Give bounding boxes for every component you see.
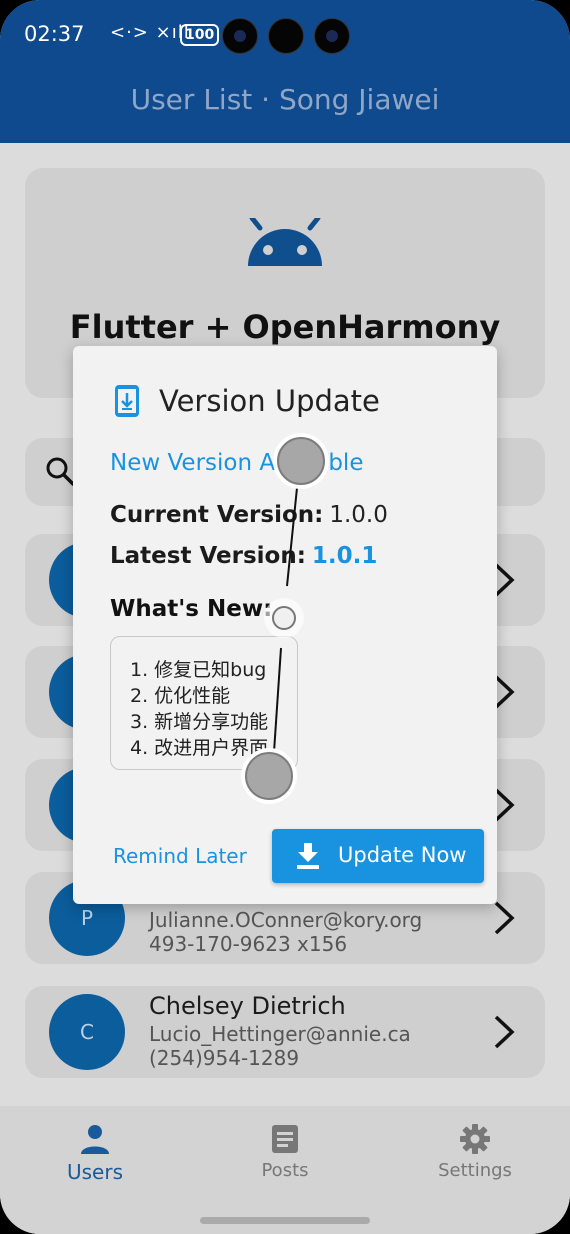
article-icon <box>272 1125 298 1153</box>
dialog-subtitle: New Version Available <box>110 450 364 476</box>
touch-indicator <box>277 437 325 485</box>
chevron-right-icon <box>494 1015 515 1049</box>
latest-version-label: Latest Version: <box>110 543 306 569</box>
release-note: 1. 修复已知bug <box>130 659 267 681</box>
user-email: Julianne.OConner@kory.org <box>149 908 423 932</box>
home-indicator[interactable] <box>200 1217 370 1224</box>
signal-icon: <·> ×ıll <box>110 22 190 43</box>
latest-version-value: 1.0.1 <box>311 543 378 569</box>
touch-indicator <box>245 752 293 800</box>
gear-icon <box>460 1124 490 1154</box>
dialog-title: Version Update <box>159 384 380 418</box>
release-notes-box[interactable]: 1. 修复已知bug 2. 优化性能 3. 新增分享功能 4. 改进用户界面 <box>110 636 298 770</box>
update-now-button[interactable]: Update Now <box>272 829 484 883</box>
current-version-label: Current Version: <box>110 502 324 528</box>
latest-version-row: Latest Version: 1.0.1 <box>110 543 377 569</box>
nav-item-settings[interactable]: Settings <box>415 1122 535 1181</box>
current-version-value: 1.0.0 <box>329 502 388 528</box>
nav-item-users[interactable]: Users <box>35 1122 155 1184</box>
camera-lens <box>222 18 258 54</box>
download-icon <box>297 843 319 869</box>
whats-new-label: What's New: <box>110 596 273 622</box>
nav-label: Posts <box>261 1160 309 1181</box>
chevron-right-icon <box>494 901 515 935</box>
person-icon <box>81 1125 109 1154</box>
battery-icon: 100 <box>180 24 220 46</box>
app-bar: 02:37 <·> ×ıll 100 User List · Song Jiaw… <box>0 0 570 143</box>
release-note: 4. 改进用户界面 <box>130 737 269 759</box>
nav-label: Users <box>66 1160 123 1184</box>
camera-lens <box>268 18 304 54</box>
user-name: Chelsey Dietrich <box>149 992 346 1020</box>
nav-label: Settings <box>438 1160 512 1181</box>
release-note: 3. 新增分享功能 <box>130 711 269 733</box>
list-item[interactable]: C Chelsey Dietrich Lucio_Hettinger@annie… <box>25 986 545 1078</box>
bottom-nav: Users Posts Settings <box>0 1106 570 1234</box>
camera-lens <box>314 18 350 54</box>
current-version-row: Current Version: 1.0.0 <box>110 502 388 528</box>
touch-indicator <box>272 606 296 630</box>
phone-screen: 02:37 <·> ×ıll 100 User List · Song Jiaw… <box>0 0 570 1234</box>
nav-item-posts[interactable]: Posts <box>225 1122 345 1181</box>
update-now-label: Update Now <box>338 843 467 867</box>
system-update-icon <box>115 385 139 417</box>
user-phone: (254)954-1289 <box>149 1046 300 1070</box>
release-note: 2. 优化性能 <box>130 685 231 707</box>
android-icon <box>248 218 322 266</box>
search-icon <box>46 457 75 486</box>
user-email: Lucio_Hettinger@annie.ca <box>149 1022 411 1046</box>
remind-later-button[interactable]: Remind Later <box>113 844 247 868</box>
user-phone: 493-170-9623 x156 <box>149 932 348 956</box>
page-title: User List · Song Jiawei <box>130 83 440 116</box>
avatar: C <box>49 994 125 1070</box>
status-time: 02:37 <box>24 22 85 46</box>
hero-card-title: Flutter + OpenHarmony <box>69 308 501 346</box>
